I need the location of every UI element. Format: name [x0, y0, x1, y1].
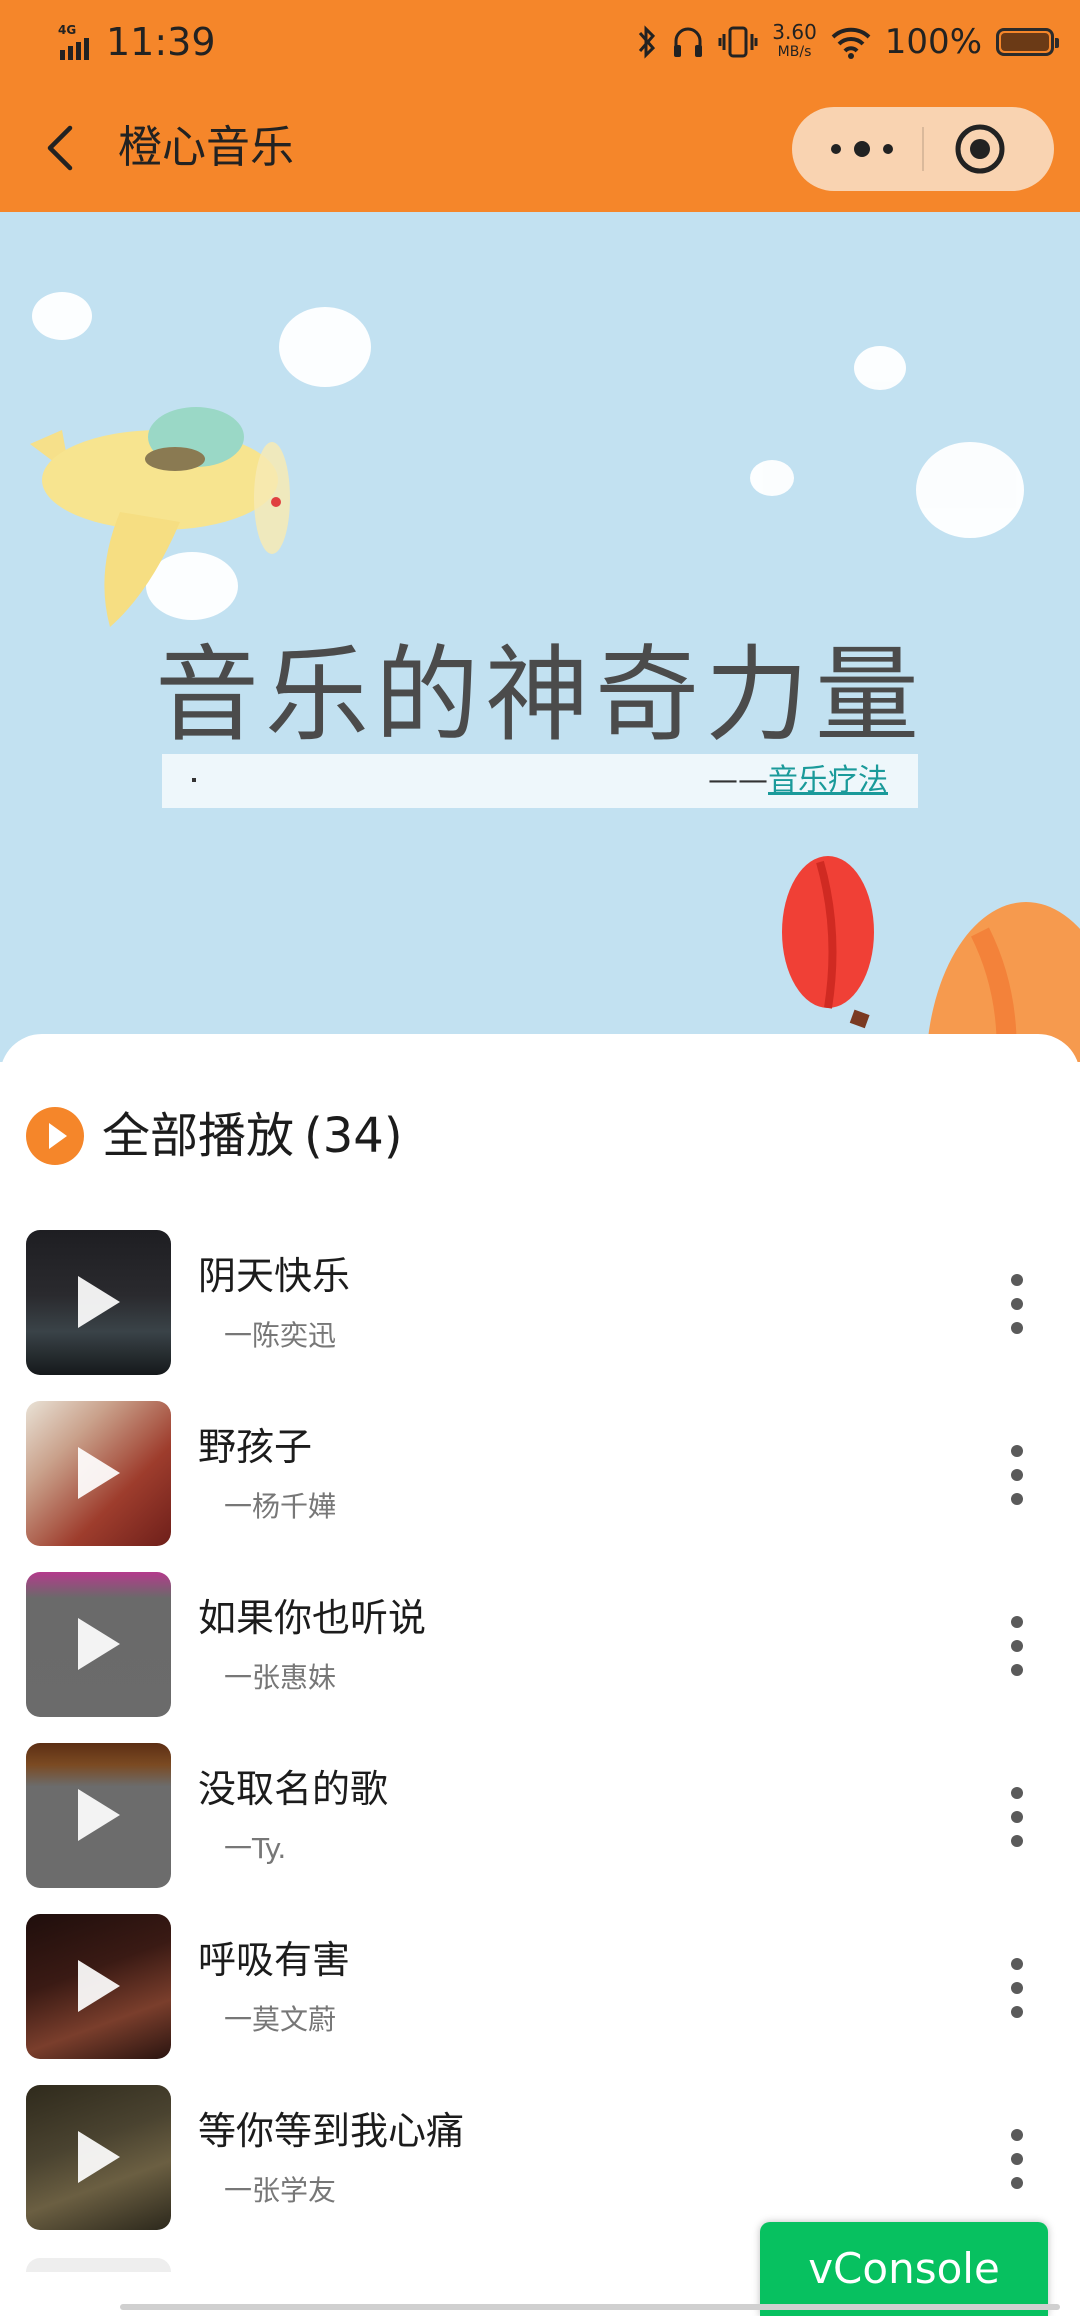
song-artist: 一莫文蔚: [224, 2003, 337, 2036]
network-speed: 3.60 MB/s: [772, 22, 817, 62]
scroll-indicator: [120, 2304, 1060, 2310]
vertical-dots-icon[interactable]: [1006, 2129, 1030, 2189]
song-row[interactable]: 野孩子 一杨千嬅: [0, 1401, 1080, 1572]
song-title: 阴天快乐: [198, 1254, 351, 1298]
next-album-cover-partial: [26, 2258, 171, 2272]
song-row[interactable]: 没取名的歌 一Ty.: [0, 1743, 1080, 1914]
album-cover[interactable]: [26, 1572, 171, 1717]
banner-caption-bar: ——音乐疗法: [162, 754, 918, 808]
vertical-dots-icon[interactable]: [1006, 1445, 1030, 1505]
navigation-bar: 橙心音乐: [0, 84, 1080, 212]
play-icon[interactable]: [78, 1447, 120, 1499]
banner-headline: 音乐的神奇力量: [154, 634, 925, 756]
play-icon[interactable]: [78, 1960, 120, 2012]
play-all-label: 全部播放: [102, 1108, 295, 1164]
headphones-icon: [674, 27, 703, 57]
red-balloon-icon: [782, 856, 874, 1029]
svg-text:4G: 4G: [58, 23, 76, 37]
battery-fill: [1001, 33, 1049, 51]
song-title: 如果你也听说: [198, 1596, 427, 1640]
page-title: 橙心音乐: [118, 122, 294, 173]
source-dash: ——: [708, 763, 768, 798]
song-artist: 一陈奕迅: [224, 1319, 337, 1352]
song-list: 阴天快乐 一陈奕迅 野孩子 一杨千嬅 如果你也听说 一张惠妹 没取名的歌 一Ty…: [0, 1230, 1080, 2256]
network-speed-unit: MB/s: [777, 44, 812, 60]
album-cover[interactable]: [26, 1914, 171, 2059]
target-close-icon[interactable]: [952, 121, 1008, 177]
song-count: (34): [304, 1108, 403, 1164]
playlist-panel: 全部播放 (34) 阴天快乐 一陈奕迅 野孩子 一杨千嬅 如果你也听说 一张惠妹: [0, 1034, 1080, 2316]
song-row[interactable]: 呼吸有害 一莫文蔚: [0, 1914, 1080, 2085]
album-cover[interactable]: [26, 2085, 171, 2230]
play-circle-icon[interactable]: [26, 1107, 84, 1165]
cellular-signal-icon: 4G: [58, 23, 89, 60]
play-icon[interactable]: [78, 1618, 120, 1670]
play-icon[interactable]: [78, 1276, 120, 1328]
vertical-dots-icon[interactable]: [1006, 1958, 1030, 2018]
status-right-group: 3.60 MB/s 100%: [636, 16, 1059, 68]
song-row[interactable]: 阴天快乐 一陈奕迅: [0, 1230, 1080, 1401]
status-time: 11:39: [106, 20, 216, 64]
wifi-icon: [831, 27, 871, 59]
status-bar: 4G 11:39 3.60 MB/s 100%: [0, 0, 1080, 84]
song-title: 野孩子: [198, 1425, 313, 1469]
source-link[interactable]: 音乐疗法: [768, 763, 888, 798]
song-artist: 一张惠妹: [224, 1661, 337, 1694]
page: 4G 11:39 3.60 MB/s 100% 橙心音乐 音乐的神奇力量 ——音…: [0, 0, 1080, 2316]
song-title: 没取名的歌: [198, 1767, 389, 1811]
song-row[interactable]: 如果你也听说 一张惠妹: [0, 1572, 1080, 1743]
bluetooth-icon: [639, 25, 656, 59]
banner-source: ——音乐疗法: [708, 760, 888, 802]
play-icon[interactable]: [78, 2131, 120, 2183]
song-artist: 一Ty.: [224, 1832, 287, 1865]
album-cover[interactable]: [26, 1401, 171, 1546]
vconsole-button[interactable]: vConsole: [760, 2222, 1048, 2316]
vibrate-icon: [718, 26, 758, 58]
banner: 音乐的神奇力量 ——音乐疗法: [0, 212, 1080, 1062]
battery-icon: [996, 28, 1059, 56]
vertical-dots-icon[interactable]: [1006, 1787, 1030, 1847]
top-bar: 4G 11:39 3.60 MB/s 100% 橙心音乐: [0, 0, 1080, 212]
song-title: 等你等到我心痛: [198, 2109, 465, 2153]
more-dots-icon[interactable]: [822, 129, 902, 169]
vertical-dots-icon[interactable]: [1006, 1616, 1030, 1676]
vertical-dots-icon[interactable]: [1006, 1274, 1030, 1334]
song-artist: 一杨千嬅: [224, 1490, 337, 1523]
battery-percent: 100%: [884, 22, 982, 62]
play-all-button[interactable]: 全部播放 (34): [26, 1104, 403, 1168]
chevron-left-icon[interactable]: [36, 116, 84, 180]
capsule-divider: [922, 127, 924, 171]
caption-dot: [192, 778, 196, 782]
miniprogram-capsule: [792, 107, 1054, 191]
network-speed-value: 3.60: [772, 20, 817, 44]
album-cover[interactable]: [26, 1230, 171, 1375]
album-cover[interactable]: [26, 1743, 171, 1888]
song-artist: 一张学友: [224, 2174, 337, 2207]
song-title: 呼吸有害: [198, 1938, 351, 1982]
play-icon[interactable]: [78, 1789, 120, 1841]
